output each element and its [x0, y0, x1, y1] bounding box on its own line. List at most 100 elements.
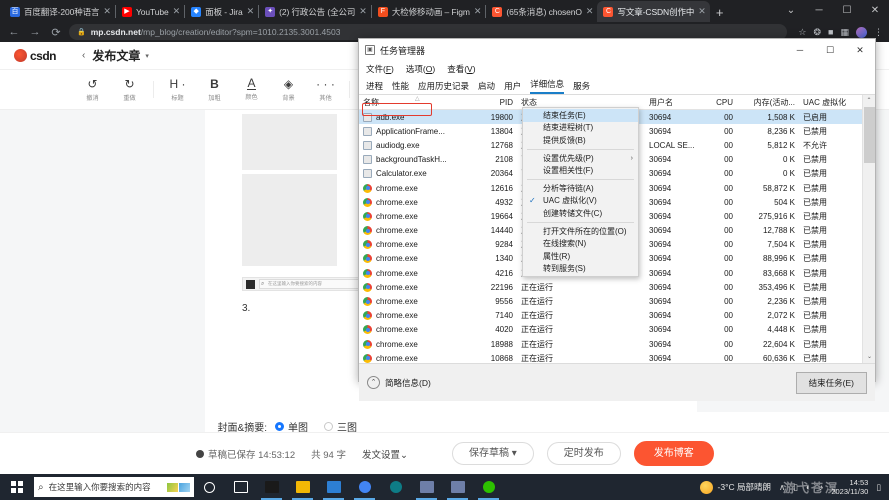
process-context-menu[interactable]: 结束任务(E)结束进程树(T)提供反馈(B) 设置优先级(P)›设置相关性(F) 分… [522, 107, 639, 277]
menu-icon[interactable]: ⋮ [874, 27, 883, 38]
browser-tab-2[interactable]: ◆面板 - Jira✕ [185, 1, 258, 22]
taskmgr-tab-6[interactable]: 服务 [573, 80, 590, 94]
toolbar-颜色[interactable]: A颜色 [233, 78, 270, 101]
browser-tab-4[interactable]: F大检修移动画 – Figm✕ [372, 1, 486, 22]
column-header-PID[interactable]: PID [477, 98, 517, 107]
context-menu-item-12[interactable]: 在线搜索(N) [523, 237, 638, 250]
scroll-up-icon[interactable]: ⌃ [863, 95, 875, 107]
column-header-用户名[interactable]: 用户名 [645, 97, 707, 108]
taskbar-app-gray-icon[interactable] [442, 474, 473, 500]
taskbar-vscode-icon[interactable] [318, 474, 349, 500]
minimize-icon[interactable]: ─ [805, 0, 833, 22]
toolbar-重做[interactable]: ↻重做 [111, 78, 148, 102]
process-row[interactable]: chrome.exe7140正在运行30694002,072 K已禁用 [359, 309, 875, 323]
taskbar-cortana-icon[interactable] [194, 474, 225, 500]
process-row[interactable]: chrome.exe4020正在运行30694004,448 K已禁用 [359, 323, 875, 337]
close-icon[interactable]: ✕ [474, 7, 482, 16]
process-row[interactable]: chrome.exe9556正在运行30694002,236 K已禁用 [359, 294, 875, 308]
maximize-icon[interactable]: ☐ [833, 0, 861, 22]
close-icon[interactable]: ✕ [586, 7, 594, 16]
chrome-menu-caret-icon[interactable]: ⌄ [777, 0, 805, 22]
show-desktop-button[interactable]: ▯ [876, 482, 881, 493]
toolbar-加粗[interactable]: B加粗 [196, 78, 233, 102]
context-menu-item-5[interactable]: 设置相关性(F) [523, 164, 638, 177]
chevron-down-icon[interactable]: ▾ [145, 52, 149, 60]
context-menu-item-2[interactable]: 提供反馈(B) [523, 134, 638, 147]
end-task-button[interactable]: 结束任务(E) [796, 372, 867, 394]
apps-icon[interactable]: ▦ [840, 27, 849, 38]
forward-icon[interactable]: → [27, 26, 43, 38]
extension-icon[interactable]: ❂ [814, 27, 822, 38]
taskmgr-tab-1[interactable]: 性能 [392, 80, 409, 94]
taskmgr-tab-2[interactable]: 应用历史记录 [418, 80, 469, 94]
scrollbar-thumb[interactable] [864, 107, 875, 163]
browser-window-controls[interactable]: ⌄─☐✕ [777, 0, 889, 22]
context-menu-item-9[interactable]: 创建转储文件(C) [523, 207, 638, 220]
toolbar-其他[interactable]: · · ·其他 [307, 78, 344, 102]
taskbar-task-view-icon[interactable] [225, 474, 256, 500]
taskmgr-tab-0[interactable]: 进程 [366, 80, 383, 94]
schedule-publish-button[interactable]: 定时发布 [547, 442, 621, 465]
weather-widget[interactable]: -3°C 局部晴朗 [700, 481, 771, 494]
taskmgr-tab-3[interactable]: 启动 [478, 80, 495, 94]
browser-tab-6[interactable]: C写文章-CSDN创作中✕ [597, 1, 709, 22]
new-tab-button[interactable]: + [710, 4, 730, 22]
taskbar-chrome-icon[interactable] [349, 474, 380, 500]
back-icon[interactable]: ← [6, 26, 22, 38]
close-icon[interactable]: ✕ [247, 7, 255, 16]
taskmgr-close-icon[interactable]: ✕ [845, 39, 875, 61]
context-menu-item-0[interactable]: 结束任务(E) [523, 109, 638, 122]
taskbar-file-explorer-icon[interactable] [287, 474, 318, 500]
close-icon[interactable]: ✕ [359, 7, 367, 16]
csdn-logo[interactable]: csdn [14, 49, 56, 63]
taskmgr-tab-4[interactable]: 用户 [504, 80, 521, 94]
bookmark-star-icon[interactable]: ☆ [798, 27, 806, 38]
close-icon[interactable]: ✕ [173, 7, 181, 16]
browser-tab-3[interactable]: ✦(2) 行政公告 (全公司✕ [259, 1, 371, 22]
context-menu-item-14[interactable]: 转到服务(S) [523, 263, 638, 276]
process-row[interactable]: chrome.exe18988正在运行306940022,604 K已禁用 [359, 337, 875, 351]
back-chevron-icon[interactable]: ‹ [82, 50, 85, 61]
process-row[interactable]: chrome.exe22196正在运行3069400353,496 K已禁用 [359, 280, 875, 294]
browser-tab-0[interactable]: 百百度翻译-200种语言✕ [4, 1, 115, 22]
close-icon[interactable]: ✕ [698, 7, 706, 16]
taskmgr-minimize-icon[interactable]: ─ [785, 39, 815, 61]
column-header-CPU[interactable]: CPU [707, 98, 737, 107]
profile-icon[interactable]: ■ [828, 27, 833, 37]
taskmgr-maximize-icon[interactable]: ☐ [815, 39, 845, 61]
fewer-details-button[interactable]: ⌃ 简略信息(D) [367, 376, 431, 389]
browser-tab-1[interactable]: ▶YouTube✕ [116, 1, 184, 22]
toolbar-背景[interactable]: ◈背景 [270, 78, 307, 102]
menu-item-2[interactable]: 查看(V) [447, 63, 475, 75]
column-header-UAC 虚拟化[interactable]: UAC 虚拟化 [799, 97, 861, 108]
context-menu-item-8[interactable]: ✓UAC 虚拟化(V) [523, 195, 638, 208]
column-header-状态[interactable]: 状态 [517, 97, 577, 108]
toolbar-标题[interactable]: H ·标题 [159, 78, 196, 102]
context-menu-item-11[interactable]: 打开文件所在的位置(O) [523, 225, 638, 238]
task-manager-window-controls[interactable]: ─☐✕ [785, 39, 875, 61]
browser-tab-5[interactable]: C(65条消息) chosenO✕ [486, 1, 597, 22]
taskbar-app-purple-icon[interactable] [411, 474, 442, 500]
start-button[interactable] [0, 474, 34, 500]
process-table-scrollbar[interactable]: ⌃ ⌄ [862, 95, 875, 363]
taskmgr-tab-5[interactable]: 详细信息 [530, 78, 564, 94]
context-menu-item-4[interactable]: 设置优先级(P)› [523, 152, 638, 165]
close-window-icon[interactable]: ✕ [861, 0, 889, 22]
column-header-内存(活动...[interactable]: 内存(活动... [737, 97, 799, 108]
toolbar-撤消[interactable]: ↺撤消 [74, 78, 111, 102]
taskbar-wechat-icon[interactable] [473, 474, 504, 500]
context-menu-item-7[interactable]: 分析等待链(A) [523, 182, 638, 195]
menu-item-1[interactable]: 选项(O) [406, 63, 435, 75]
publish-button[interactable]: 发布博客 [634, 441, 714, 466]
context-menu-item-1[interactable]: 结束进程树(T) [523, 122, 638, 135]
process-row[interactable]: chrome.exe10868正在运行306940060,636 K已禁用 [359, 351, 875, 363]
post-settings-button[interactable]: 发文设置⌄ [362, 447, 408, 461]
taskbar-search-box[interactable]: ⌕ 在这里输入你要搜索的内容 [34, 477, 194, 497]
close-icon[interactable]: ✕ [103, 7, 111, 16]
taskbar-edge-icon[interactable] [380, 474, 411, 500]
menu-item-0[interactable]: 文件(F) [366, 63, 394, 75]
scroll-down-icon[interactable]: ⌄ [863, 351, 875, 363]
avatar[interactable] [856, 27, 867, 38]
save-draft-button[interactable]: 保存草稿 ▾ [452, 442, 534, 465]
context-menu-item-13[interactable]: 属性(R) [523, 250, 638, 263]
